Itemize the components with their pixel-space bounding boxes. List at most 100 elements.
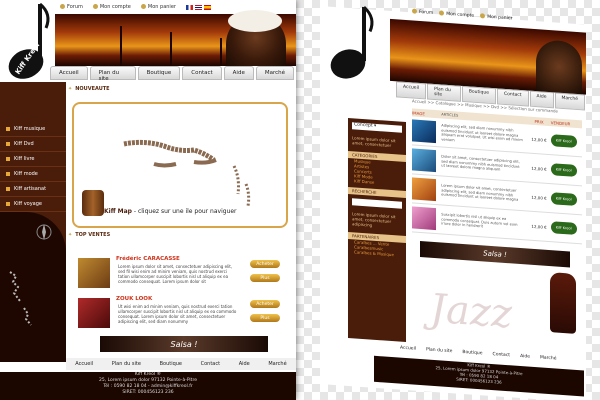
buy-button[interactable]: Acheter	[250, 300, 280, 308]
sale-item-name[interactable]: Frédéric CARACASSE	[116, 256, 180, 262]
seller-logo[interactable]: Kiff Kreol	[550, 163, 577, 177]
sale-item: ZOUK LOOK Ut wisi enim ad minim veniam, …	[78, 294, 284, 334]
account-link[interactable]: Mon compte	[439, 10, 475, 19]
bullet-icon	[6, 187, 10, 191]
nav-contact[interactable]: Contact	[182, 66, 222, 80]
footer-nav-accueil[interactable]: Accueil	[400, 346, 416, 352]
footer-nav-contact[interactable]: Contact	[493, 352, 511, 358]
sale-item-name[interactable]: ZOUK LOOK	[116, 296, 152, 302]
product-description: Suscipit lobortis nisl ut aliquip ex ea …	[441, 212, 518, 229]
product-price: 12,00 €	[531, 194, 547, 201]
buy-button[interactable]: Acheter	[250, 260, 280, 268]
product-price: 12,00 €	[531, 136, 547, 143]
footer-nav-plan[interactable]: Plan du site	[426, 347, 452, 354]
sidebar-item-livre[interactable]: Kiff livre	[0, 152, 66, 167]
forum-link[interactable]: Forum	[60, 4, 83, 10]
nav-aide[interactable]: Aide	[223, 66, 254, 80]
product-table: IMAGE ARTICLES PRIX VENDEUR Adipiscing e…	[412, 108, 582, 245]
flag-es-icon[interactable]	[203, 4, 211, 10]
buy-button-label: Acheter	[256, 301, 274, 307]
bullet-icon	[439, 10, 445, 16]
column-header: PRIX	[534, 118, 544, 125]
seller-name: Kiff Kreol	[555, 138, 572, 144]
nav-plan-du-site[interactable]: Plan du site	[89, 66, 136, 82]
nav-accueil[interactable]: Accueil	[50, 66, 88, 80]
account-label: Mon compte	[99, 4, 131, 10]
product-thumbnail[interactable]	[412, 148, 436, 173]
seller-name: Kiff Kreol	[555, 225, 572, 231]
flag-uk-icon[interactable]	[194, 4, 202, 10]
bullet-icon	[6, 172, 10, 176]
category-select[interactable]: Concept ▾	[352, 122, 402, 133]
footer-nav-contact[interactable]: Contact	[201, 361, 220, 367]
sidebar-island-map	[9, 224, 52, 326]
footer-nav-accueil[interactable]: Accueil	[75, 361, 93, 367]
seller-logo[interactable]: Kiff Kreol	[550, 192, 577, 206]
dancer-figure	[550, 272, 576, 334]
album-cover[interactable]	[78, 298, 110, 328]
footer-nav-aide[interactable]: Aide	[239, 361, 250, 367]
select-value: Concept	[354, 122, 373, 129]
sidebar-item-label: Kiff livre	[14, 156, 35, 162]
seller-name: Kiff Kreol	[555, 167, 572, 173]
footer-nav-marche[interactable]: Marché	[540, 355, 557, 361]
bullet-icon	[412, 8, 417, 14]
top-sales-title: TOP VENTES	[75, 232, 111, 238]
nav-aide[interactable]: Aide	[529, 90, 554, 109]
sidebar-item-mode[interactable]: Kiff mode	[0, 167, 66, 182]
nav-marche[interactable]: Marché	[255, 66, 294, 80]
palm-tree-icon	[120, 26, 122, 66]
salsa-banner[interactable]: Salsa !	[100, 336, 268, 352]
kiff-kreol-logo[interactable]: Kiff Kreol	[0, 0, 55, 90]
news-title: NOUVEAUTE	[75, 86, 110, 92]
cart-link[interactable]: Mon panier	[140, 4, 176, 10]
top-nav: Forum Mon compte Mon panier	[60, 2, 211, 12]
map-caption: Kiff Map - cliquez sur une ile pour navi…	[104, 208, 237, 215]
nav-accueil[interactable]: Accueil	[396, 81, 427, 100]
sidebar: Kiff musique Kiff Dvd Kiff livre Kiff mo…	[0, 82, 66, 362]
footer: Kiff Kreol ® 25, Lorem ipsum dolor 97132…	[0, 372, 296, 400]
sale-item: Frédéric CARACASSE Lorem ipsum dolor sit…	[78, 254, 284, 294]
seller-logo[interactable]: Kiff Kreol	[550, 134, 577, 148]
footer-siret: SIRET: 000456123 236	[122, 390, 174, 395]
album-cover[interactable]	[78, 258, 110, 288]
footer-nav-boutique[interactable]: Boutique	[462, 350, 482, 356]
seller-name: Kiff Kreol	[555, 196, 572, 202]
nav-boutique[interactable]: Boutique	[137, 66, 181, 80]
main-nav: Accueil Plan du site Boutique Contact Ai…	[50, 66, 296, 82]
footer-nav-boutique[interactable]: Boutique	[160, 361, 182, 367]
footer-nav-plan[interactable]: Plan du site	[112, 361, 141, 367]
product-thumbnail[interactable]	[412, 206, 436, 231]
sidebar: Concept ▾ Lorem ipsum dolor sit amet, co…	[348, 117, 406, 343]
sidebar-item-voyage[interactable]: Kiff voyage	[0, 197, 66, 212]
kiff-kreol-logo[interactable]	[320, 0, 380, 94]
search-help-text: Lorem ipsum dolor sit amet, consectetuer…	[352, 211, 396, 228]
flag-fr-icon[interactable]	[185, 4, 193, 10]
footer-nav-marche[interactable]: Marché	[268, 361, 286, 367]
footer-nav: Accueil Plan du site Boutique Contact Ai…	[66, 358, 296, 370]
language-flags	[185, 4, 211, 10]
seller-logo[interactable]: Kiff Kreol	[550, 221, 577, 235]
sidebar-item-musique[interactable]: Kiff musique	[0, 122, 66, 137]
account-label: Mon compte	[446, 11, 475, 19]
more-button[interactable]: Plus	[250, 274, 280, 282]
more-button-label: Plus	[260, 315, 270, 321]
map-caption-text: - cliquez sur une ile pour naviguer	[131, 208, 237, 215]
cart-link[interactable]: Mon panier	[480, 13, 512, 21]
right-screenshot: Forum Mon compte Mon panier Accueil Plan…	[306, 0, 600, 400]
rum-barrel-icon	[82, 190, 104, 216]
bullet-icon	[140, 4, 146, 9]
salsa-banner[interactable]: Salsa !	[420, 240, 570, 268]
sidebar-item-artisanat[interactable]: Kiff artisanat	[0, 182, 66, 197]
bullet-icon	[60, 4, 65, 9]
product-thumbnail[interactable]	[412, 119, 436, 144]
product-thumbnail[interactable]	[412, 177, 436, 202]
footer-nav-aide[interactable]: Aide	[520, 354, 530, 360]
sidebar-item-dvd[interactable]: Kiff Dvd	[0, 137, 66, 152]
account-link[interactable]: Mon compte	[92, 4, 131, 10]
forum-link[interactable]: Forum	[412, 8, 433, 16]
search-input[interactable]	[352, 198, 402, 209]
more-button[interactable]: Plus	[250, 314, 280, 322]
nav-marche[interactable]: Marché	[554, 92, 585, 111]
footer: Kiff Kreol ® 25, Lorem ipsum dolor 97132…	[374, 355, 584, 397]
